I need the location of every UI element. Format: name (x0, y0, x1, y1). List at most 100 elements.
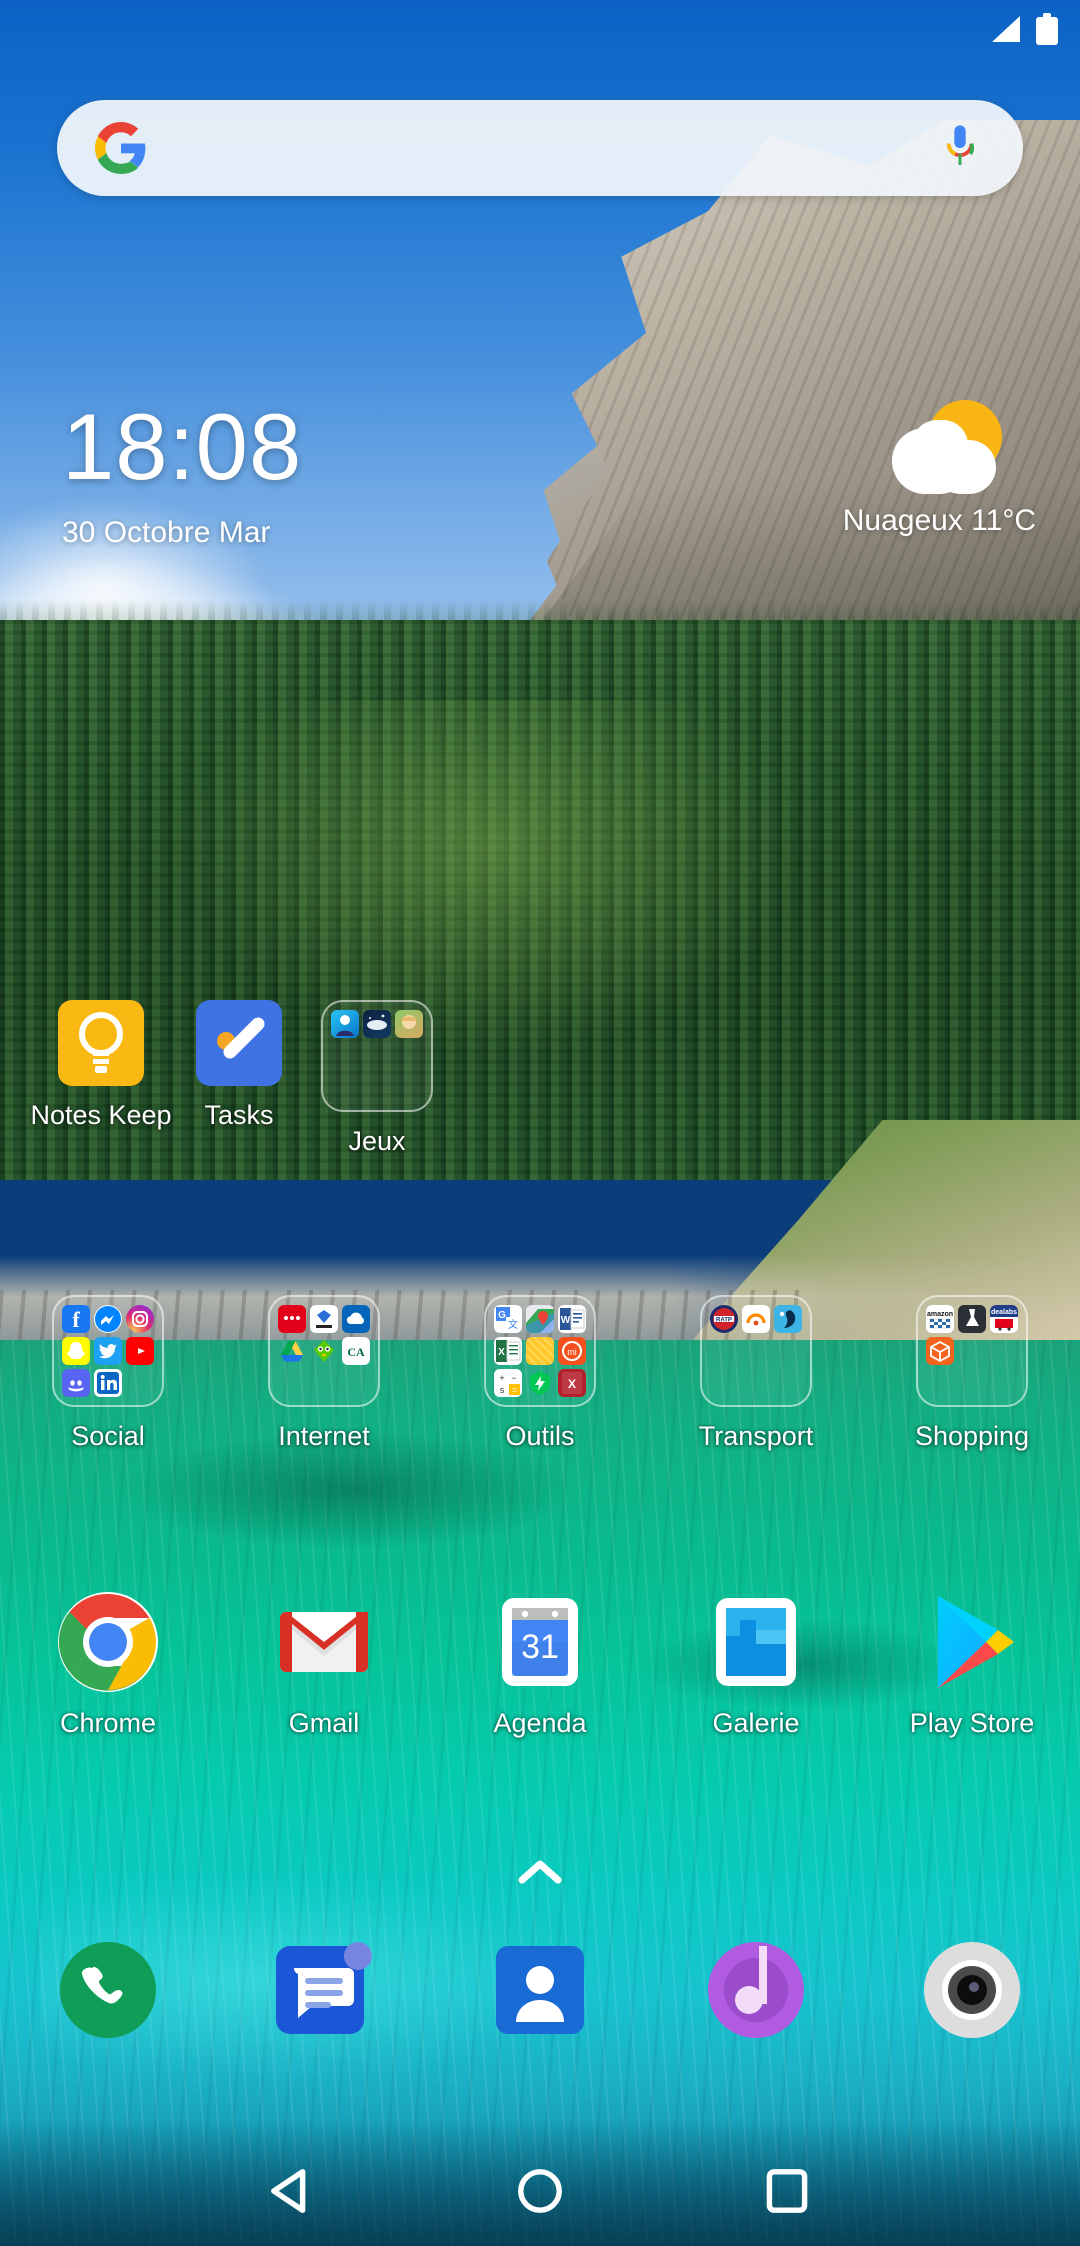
folder-app-calculator: + − s = (494, 1369, 522, 1397)
app-label: Jeux (348, 1126, 406, 1156)
folder-app-notes (526, 1337, 554, 1365)
google-tasks-icon (196, 1000, 282, 1086)
clock-time: 18:08 (62, 394, 303, 499)
svg-text:RATP: RATP (716, 1318, 732, 1324)
dock-item-messages[interactable] (216, 1938, 432, 2042)
chevron-up-icon[interactable] (512, 1852, 568, 1892)
folder-app-onedrive (342, 1305, 370, 1333)
folder-app-youtube (126, 1337, 154, 1365)
nav-back-button[interactable] (261, 2159, 325, 2223)
home-app-row-2: Chrome Gmail 31 Agenda Galerie Play Stor… (0, 1590, 1080, 1739)
recents-square-icon (766, 2169, 807, 2213)
svg-text:W: W (561, 1315, 571, 1326)
search-input[interactable] (147, 100, 943, 196)
app-agenda[interactable]: 31 Agenda (432, 1590, 648, 1739)
folder-app-credit-agricole: CA (342, 1337, 370, 1365)
folder-outils[interactable]: G文 W X mi + − s = X Outils (432, 1295, 648, 1452)
app-label: Play Store (909, 1708, 1035, 1738)
svg-text:G: G (498, 1310, 506, 1321)
google-keep-icon (58, 1000, 144, 1086)
folder-label: Social (71, 1421, 145, 1451)
folder-app-google-maps (526, 1305, 554, 1333)
dock-item-camera[interactable] (864, 1938, 1080, 2042)
svg-text:s: s (500, 1385, 505, 1395)
app-label: Tasks (204, 1100, 274, 1130)
folder-app-preview (363, 1010, 391, 1038)
app-notes-keep[interactable]: Notes Keep (30, 1000, 172, 1157)
svg-text:−: − (511, 1373, 516, 1383)
folder-icon: RATP (700, 1295, 812, 1407)
folder-app-security (526, 1369, 554, 1397)
nav-recents-button[interactable] (755, 2159, 819, 2223)
app-gmail[interactable]: Gmail (216, 1590, 432, 1739)
folder-app-package-tracker (926, 1337, 954, 1365)
app-play-store[interactable]: Play Store (864, 1590, 1080, 1739)
folder-app-snapchat (62, 1337, 90, 1365)
dock-item-music[interactable] (648, 1938, 864, 2042)
google-search-bar[interactable] (57, 100, 1023, 196)
dock-item-phone[interactable] (0, 1938, 216, 2042)
sun-behind-cloud-icon (890, 400, 1010, 498)
folder-app-facebook: f (62, 1305, 90, 1333)
folder-app-discord (62, 1369, 90, 1397)
folder-app-sncf (774, 1305, 802, 1333)
home-folder-row: f Social CA Internet G 文 W X mi + − s = … (0, 1295, 1080, 1452)
folder-transport[interactable]: RATP Transport (648, 1295, 864, 1452)
svg-text:f: f (72, 1307, 80, 1332)
app-galerie[interactable]: Galerie (648, 1590, 864, 1739)
folder-shopping[interactable]: amazon dealabs Shopping (864, 1295, 1080, 1452)
app-label: Chrome (59, 1708, 157, 1738)
folder-app-google-drive (278, 1337, 306, 1365)
dock-item-contacts[interactable] (432, 1938, 648, 2042)
folder-app-excel: X (494, 1337, 522, 1365)
svg-text:X: X (498, 1347, 505, 1358)
chrome-icon (56, 1590, 160, 1694)
folder-app-word: W (558, 1305, 586, 1333)
app-label: Galerie (712, 1708, 800, 1738)
phone-icon (56, 1938, 160, 2042)
signal-triangle-icon (992, 16, 1020, 42)
folder-label: Shopping (914, 1421, 1030, 1451)
gallery-icon (704, 1590, 808, 1694)
back-triangle-icon (271, 2169, 306, 2213)
clock-widget[interactable]: 18:08 30 Octobre Mar (62, 400, 302, 550)
folder-internet[interactable]: CA Internet (216, 1295, 432, 1452)
folder-app-messenger (94, 1305, 122, 1333)
svg-text:amazon: amazon (927, 1311, 953, 1318)
weather-summary: Nuageux 11°C (842, 504, 1036, 537)
home-circle-icon (518, 2169, 562, 2213)
navigation-bar (0, 2136, 1080, 2246)
svg-text:mi: mi (567, 1347, 577, 1357)
app-chrome[interactable]: Chrome (0, 1590, 216, 1739)
folder-icon (321, 1000, 433, 1112)
folder-app-amazon: amazon (926, 1305, 954, 1333)
folder-jeux[interactable]: Jeux (308, 1000, 446, 1157)
status-bar (0, 0, 1080, 58)
nav-home-button[interactable] (508, 2159, 572, 2223)
folder-icon: amazon dealabs (916, 1295, 1028, 1407)
folder-app-skyblog (310, 1305, 338, 1333)
svg-text:+: + (499, 1373, 504, 1383)
weather-widget[interactable]: Nuageux 11°C (843, 400, 1036, 538)
folder-app-sfr (278, 1305, 306, 1333)
svg-text:CA: CA (347, 1345, 365, 1359)
folder-app-linkedin (94, 1369, 122, 1397)
folder-app-instagram (126, 1305, 154, 1333)
folder-app-preview (331, 1010, 359, 1038)
folder-app-preview (395, 1010, 423, 1038)
home-app-row-1: Notes Keep Tasks Jeux (0, 1000, 1080, 1157)
folder-app-ratp: RATP (710, 1305, 738, 1333)
folder-app-google-translate: G文 (494, 1305, 522, 1333)
folder-app-duolingo (310, 1337, 338, 1365)
contacts-icon (488, 1938, 592, 2042)
folder-app-blablacar (742, 1305, 770, 1333)
folder-label: Outils (505, 1421, 575, 1451)
microphone-icon[interactable] (943, 123, 977, 173)
folder-social[interactable]: f Social (0, 1295, 216, 1452)
app-tasks[interactable]: Tasks (170, 1000, 308, 1157)
app-label: Agenda (493, 1708, 587, 1738)
clock-date: 30 Octobre Mar (62, 516, 271, 549)
folder-app-pdf: X (558, 1369, 586, 1397)
music-note-icon (704, 1938, 808, 2042)
app-label: Notes Keep (30, 1100, 172, 1130)
